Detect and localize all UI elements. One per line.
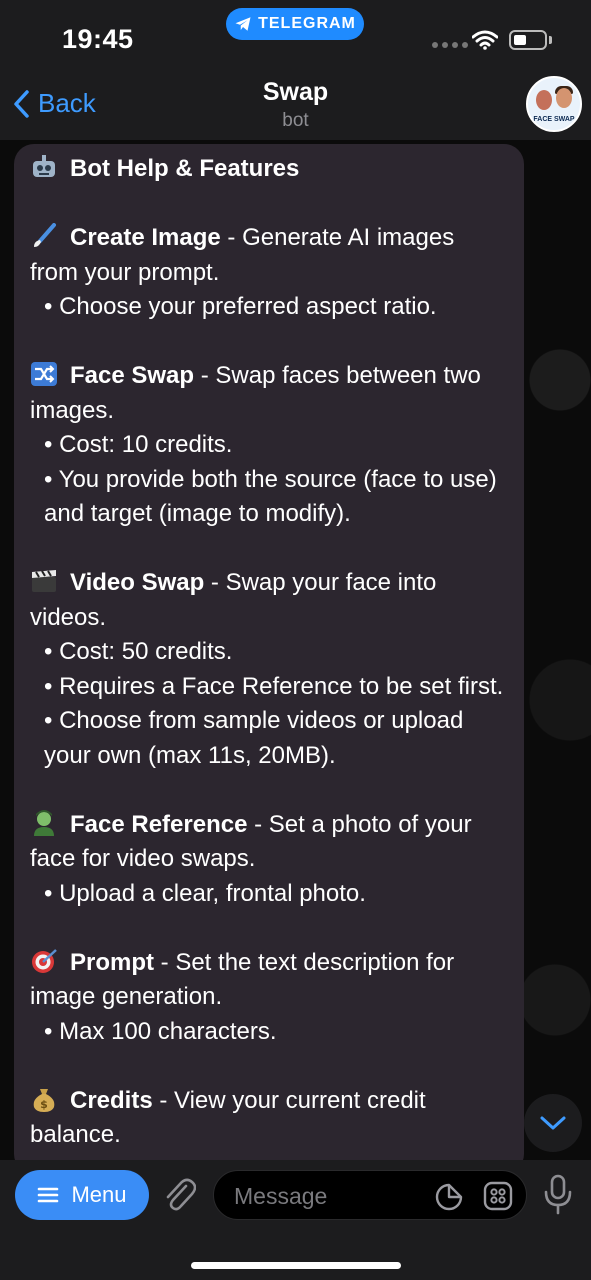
avatar-label: FACE SWAP xyxy=(533,116,575,123)
message-text: Bot Help & Features Create Image - Gener… xyxy=(30,152,508,1153)
shuffle-emoji-icon xyxy=(31,362,57,386)
face-swap-section: Face Swap - Swap faces between two image… xyxy=(30,362,481,424)
message-bubble[interactable]: Bot Help & Features Create Image - Gener… xyxy=(14,144,524,1174)
menu-label: Menu xyxy=(71,1182,127,1207)
robot-emoji-icon xyxy=(33,155,55,177)
bot-commands-icon[interactable] xyxy=(483,1181,513,1211)
list-item: • Requires a Face Reference to be set fi… xyxy=(44,672,504,700)
paperclip-icon[interactable] xyxy=(162,1176,196,1214)
cellular-signal-icon xyxy=(432,42,468,48)
battery-icon xyxy=(509,30,547,50)
clapper-board-emoji-icon xyxy=(32,570,56,592)
direct-hit-emoji-icon xyxy=(32,948,57,973)
money-bag-emoji-icon: $ xyxy=(33,1088,55,1112)
list-item: • Choose from sample videos or upload yo… xyxy=(44,707,464,769)
microphone-icon[interactable] xyxy=(541,1174,575,1216)
sticker-icon[interactable] xyxy=(435,1183,463,1211)
chat-title[interactable]: Swap xyxy=(0,78,591,107)
menu-button[interactable]: Menu xyxy=(15,1170,149,1220)
home-indicator xyxy=(191,1262,401,1269)
bot-avatar[interactable]: FACE SWAP xyxy=(526,76,582,132)
chevron-down-icon xyxy=(540,1116,566,1130)
status-bar: 19:45 TELEGRAM xyxy=(0,0,591,70)
create-image-section: Create Image - Generate AI images from y… xyxy=(30,223,455,286)
chat-header: Back Swap bot FACE SWAP xyxy=(0,70,591,140)
telegram-pill[interactable]: TELEGRAM xyxy=(226,8,364,40)
zombie-emoji-icon xyxy=(34,809,54,836)
help-heading: Bot Help & Features xyxy=(30,152,508,187)
svg-text:$: $ xyxy=(40,1098,48,1111)
list-item: • Upload a clear, frontal photo. xyxy=(44,879,366,907)
list-item: • Cost: 10 credits. xyxy=(44,431,233,458)
list-item: • Max 100 characters. xyxy=(44,1017,277,1045)
battery-tip xyxy=(549,36,552,44)
face-reference-section: Face Reference - Set a photo of your fac… xyxy=(30,809,472,872)
list-item: • Choose your preferred aspect ratio. xyxy=(44,293,437,320)
message-field[interactable] xyxy=(213,1170,527,1221)
paintbrush-emoji-icon xyxy=(34,223,56,247)
menu-lines-icon xyxy=(38,1187,59,1203)
telegram-plane-icon xyxy=(235,17,251,31)
telegram-pill-label: TELEGRAM xyxy=(258,15,356,32)
scroll-to-bottom-button[interactable] xyxy=(524,1094,582,1152)
video-swap-section: Video Swap - Swap your face into videos. xyxy=(30,569,437,631)
list-item: • You provide both the source (face to u… xyxy=(44,465,497,528)
credits-section: $ Credits - View your current credit bal… xyxy=(30,1086,426,1149)
chat-subtitle: bot xyxy=(282,110,309,131)
status-time: 19:45 xyxy=(62,24,134,54)
wifi-icon xyxy=(472,30,498,50)
prompt-section: Prompt - Set the text description for im… xyxy=(30,948,455,1011)
message-input[interactable] xyxy=(232,1171,426,1221)
list-item: • Cost: 50 credits. xyxy=(44,638,233,665)
